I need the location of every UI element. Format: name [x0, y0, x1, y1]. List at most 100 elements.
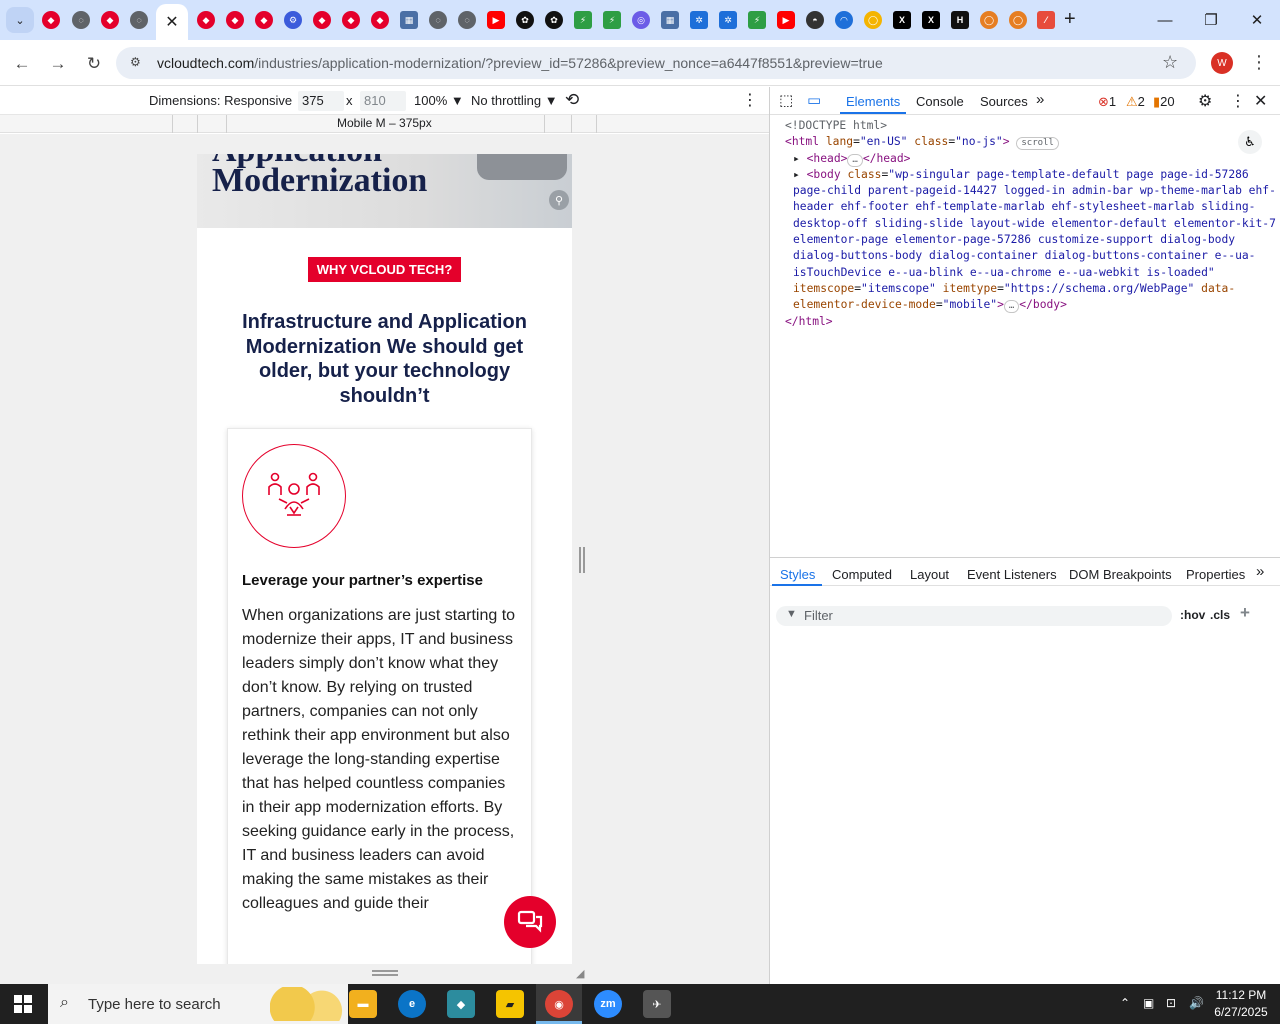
issues-count[interactable]: ▮20	[1153, 94, 1175, 110]
tab-app-icon[interactable]: ✲	[690, 11, 708, 29]
inspect-element-icon[interactable]: ⬚	[779, 91, 793, 109]
chat-button[interactable]	[504, 896, 556, 948]
forward-icon[interactable]: →	[46, 52, 70, 76]
device-toolbar-menu-icon[interactable]: ⋮	[742, 90, 758, 110]
dom-tree[interactable]: <!DOCTYPE html> <html lang="en-US" class…	[785, 118, 1280, 330]
tray-overflow-icon[interactable]: ⌃	[1120, 996, 1130, 1010]
tab-computed[interactable]: Computed	[832, 567, 892, 582]
tab-chatgpt-icon[interactable]: ✿	[516, 11, 534, 29]
more-tabs-icon[interactable]: »	[1036, 91, 1044, 108]
tab-app-icon[interactable]: ◯	[864, 11, 882, 29]
settings-gear-icon[interactable]: ⚙	[1198, 91, 1212, 111]
tab-elements[interactable]: Elements	[846, 94, 900, 109]
tab-app-icon[interactable]: H	[951, 11, 969, 29]
cls-toggle[interactable]: .cls	[1210, 608, 1230, 622]
close-tab-icon[interactable]: ✕	[165, 12, 178, 32]
taskbar-search[interactable]: ⌕ Type here to search	[48, 984, 348, 1024]
tab-vcloud-icon[interactable]: ◆	[101, 11, 119, 29]
tray-app-icon[interactable]: ▣	[1143, 996, 1154, 1010]
taskbar-clock[interactable]: 11:12 PM 6/27/2025	[1206, 987, 1276, 1021]
viewport-resize-handle-right[interactable]	[579, 547, 585, 573]
error-count[interactable]: ⊗1	[1098, 94, 1116, 110]
pin-icon[interactable]: ⚲	[549, 190, 569, 210]
tab-app-icon[interactable]: ⚡	[603, 11, 621, 29]
tab-x-icon[interactable]: X	[893, 11, 911, 29]
height-input[interactable]: 810	[360, 91, 406, 111]
url-text[interactable]: vcloudtech.com/industries/application-mo…	[157, 55, 883, 71]
tab-event-listeners[interactable]: Event Listeners	[967, 567, 1057, 582]
tab-globe-icon[interactable]: ◌	[458, 11, 476, 29]
tab-app-icon[interactable]: ⚡	[748, 11, 766, 29]
site-info-icon[interactable]: ⚙	[130, 55, 146, 71]
minimize-icon[interactable]: —	[1142, 6, 1188, 34]
tab-app-icon[interactable]: ✲	[719, 11, 737, 29]
tab-vcloud-icon[interactable]: ◆	[313, 11, 331, 29]
new-rule-icon[interactable]: +	[1240, 603, 1250, 623]
close-window-icon[interactable]: ✕	[1234, 6, 1280, 34]
throttling-dropdown[interactable]: No throttling ▼	[471, 93, 558, 108]
styles-filter-input[interactable]: Filter	[776, 606, 1172, 626]
scroll-badge[interactable]: scroll	[1016, 137, 1059, 151]
tab-app-icon[interactable]: ⚡	[574, 11, 592, 29]
app-icon[interactable]: ◆	[447, 990, 475, 1018]
tab-app-icon[interactable]: ◎	[632, 11, 650, 29]
tab-search-button[interactable]: ⌄	[6, 7, 34, 33]
tab-vcloud-icon[interactable]: ◆	[42, 11, 60, 29]
back-icon[interactable]: ←	[10, 52, 34, 76]
file-explorer-icon[interactable]: ▬	[349, 990, 377, 1018]
tab-dom-breakpoints[interactable]: DOM Breakpoints	[1069, 567, 1172, 582]
more-styles-tabs-icon[interactable]: »	[1256, 563, 1264, 580]
chrome-icon[interactable]: ◉	[545, 990, 573, 1018]
tab-app-icon[interactable]: ⁄	[1037, 11, 1055, 29]
tab-youtube-icon[interactable]: ▶	[487, 11, 505, 29]
tab-globe-icon[interactable]: ◌	[429, 11, 447, 29]
volume-icon[interactable]: 🔊	[1189, 996, 1204, 1010]
device-toggle-icon[interactable]: ▭	[807, 91, 821, 109]
tab-vcloud-icon[interactable]: ◆	[255, 11, 273, 29]
tab-vcloud-icon[interactable]: ◆	[197, 11, 215, 29]
edge-icon[interactable]: e	[398, 990, 426, 1018]
reload-icon[interactable]: ↻	[82, 52, 106, 76]
tab-globe-icon[interactable]: ◌	[130, 11, 148, 29]
tab-app-icon[interactable]: ◯	[980, 11, 998, 29]
body-line[interactable]: ▸ <body class="wp-singular page-template…	[785, 167, 1280, 314]
devtools-menu-icon[interactable]: ⋮	[1230, 91, 1246, 111]
browser-menu-icon[interactable]: ⋮	[1250, 52, 1268, 73]
media-query-ruler[interactable]: Mobile M – 375px	[0, 115, 769, 133]
width-input[interactable]: 375	[298, 91, 344, 111]
tab-styles[interactable]: Styles	[780, 567, 815, 582]
zoom-icon[interactable]: zm	[594, 990, 622, 1018]
html-close-line[interactable]: </html>	[785, 314, 1280, 330]
tab-app-icon[interactable]: ▦	[661, 11, 679, 29]
tab-vcloud-icon[interactable]: ◆	[342, 11, 360, 29]
tab-app-icon[interactable]: ▦	[400, 11, 418, 29]
tab-vcloud-icon[interactable]: ◆	[371, 11, 389, 29]
app-icon[interactable]: ✈	[643, 990, 671, 1018]
sticky-notes-icon[interactable]: ▰	[496, 990, 524, 1018]
bookmark-star-icon[interactable]: ☆	[1162, 52, 1178, 73]
tab-app-icon[interactable]: ◯	[1009, 11, 1027, 29]
tab-sources[interactable]: Sources	[980, 94, 1028, 109]
html-line[interactable]: <html lang="en-US" class="no-js"> scroll	[785, 134, 1280, 151]
head-line[interactable]: ▸ <head>… </head>	[785, 151, 1280, 167]
tab-app-icon[interactable]: ⚙	[284, 11, 302, 29]
viewport-resize-handle-corner[interactable]: ◢	[576, 967, 588, 980]
dimensions-dropdown[interactable]: Dimensions: Responsive ▼	[149, 93, 309, 108]
tab-x-icon[interactable]: X	[922, 11, 940, 29]
viewport-resize-handle-bottom[interactable]	[372, 970, 398, 976]
tab-incognito-icon[interactable]: ◓	[806, 11, 824, 29]
tab-vcloud-icon[interactable]: ◆	[226, 11, 244, 29]
doctype-line[interactable]: <!DOCTYPE html>	[785, 118, 1280, 134]
tab-properties[interactable]: Properties	[1186, 567, 1245, 582]
profile-avatar[interactable]: W	[1211, 52, 1233, 74]
tab-globe-icon[interactable]: ◌	[72, 11, 90, 29]
tab-console[interactable]: Console	[916, 94, 964, 109]
tab-app-icon[interactable]: ◠	[835, 11, 853, 29]
tab-chatgpt-icon[interactable]: ✿	[545, 11, 563, 29]
restore-icon[interactable]: ❐	[1188, 6, 1234, 34]
network-icon[interactable]: ⊡	[1166, 996, 1176, 1010]
tab-youtube-icon[interactable]: ▶	[777, 11, 795, 29]
windows-start-icon[interactable]	[14, 995, 32, 1013]
zoom-dropdown[interactable]: 100% ▼	[414, 93, 464, 108]
new-tab-button[interactable]: +	[1064, 8, 1076, 31]
